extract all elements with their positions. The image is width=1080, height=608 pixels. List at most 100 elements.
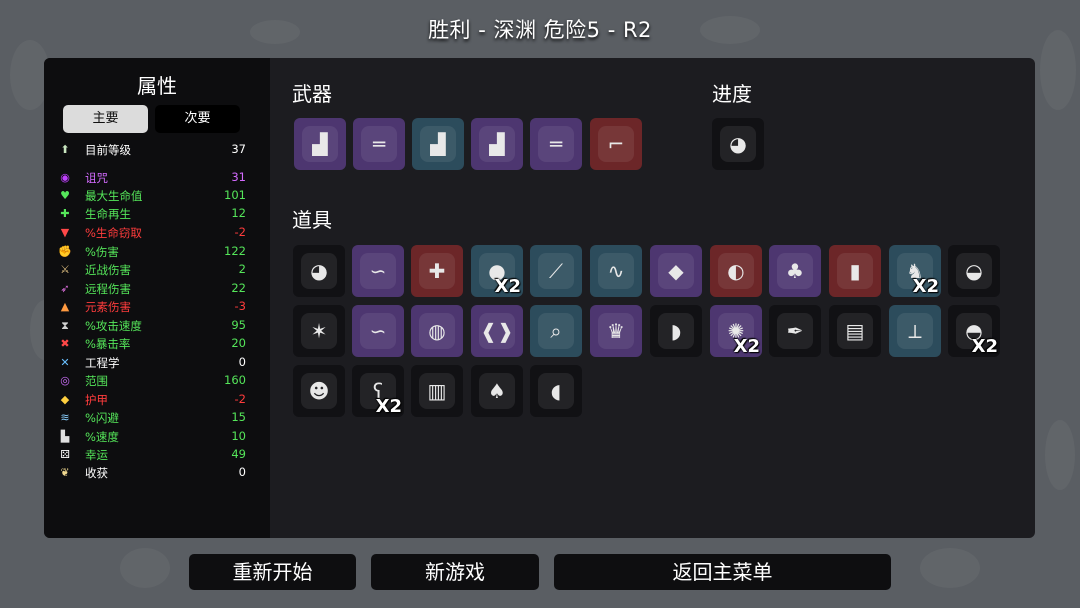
- bandaged-head-icon: ◒: [956, 253, 992, 289]
- item-slot[interactable]: ◒: [948, 245, 1000, 297]
- stat-label: %攻击速度: [85, 319, 142, 333]
- smg-icon: ▟: [302, 126, 338, 162]
- stat-value: 95: [231, 318, 246, 332]
- stat-value: 15: [231, 410, 246, 424]
- stat-row: ✚ 生命再生 12: [58, 205, 260, 223]
- item-slot[interactable]: ◐: [710, 245, 762, 297]
- item-slot[interactable]: ♣: [769, 245, 821, 297]
- smg-icon: ▟: [479, 126, 515, 162]
- item-slot[interactable]: ∿: [590, 245, 642, 297]
- item-slot[interactable]: ✶: [293, 305, 345, 357]
- item-slot[interactable]: ❰❱: [471, 305, 523, 357]
- item-slot[interactable]: ◗: [650, 305, 702, 357]
- sword-icon: ⚔: [60, 263, 70, 276]
- stat-row: ➶ 远程伤害 22: [58, 280, 260, 298]
- tab-primary-stats[interactable]: 主要: [63, 105, 148, 133]
- laser-gun-icon: ⌐: [598, 126, 634, 162]
- stat-value: 49: [231, 447, 246, 461]
- stat-value: 37: [231, 142, 246, 156]
- egg-character-icon: ◕: [720, 126, 756, 162]
- level-up-icon: ⬆: [60, 143, 70, 156]
- medkit-icon: ✚: [419, 253, 455, 289]
- item-quantity: X2: [375, 396, 402, 417]
- item-slot[interactable]: ♠: [471, 365, 523, 417]
- stat-row: ◎ 范围 160: [58, 372, 260, 390]
- item-slot[interactable]: ● X2: [471, 245, 523, 297]
- item-slot[interactable]: ◍: [411, 305, 463, 357]
- metal-detector-icon: ⟂: [897, 313, 933, 349]
- range-icon: ◎: [60, 374, 70, 387]
- new-game-button[interactable]: 新游戏: [371, 554, 539, 590]
- weapon-slot[interactable]: ▟: [294, 118, 346, 170]
- banknote-icon: ▤: [837, 313, 873, 349]
- stat-label: 最大生命值: [85, 189, 143, 203]
- item-slot[interactable]: ʕ X2: [352, 365, 404, 417]
- run-summary-panel: 属性 主要 次要 ⬆ 目前等级 37 ◉ 诅咒 31 ♥ 最大生命值 101 ✚ 生命再生 12 ▼ %生…: [44, 58, 1035, 538]
- spyglass-icon: ⌕: [538, 313, 574, 349]
- item-slot[interactable]: ⟋: [530, 245, 582, 297]
- weapon-slot[interactable]: ═: [530, 118, 582, 170]
- weapon-slot[interactable]: ⌐: [590, 118, 642, 170]
- wrench-icon: ✕: [60, 356, 70, 369]
- scarf-icon: ∽: [360, 313, 396, 349]
- stat-value: 2: [238, 262, 246, 276]
- crown-icon: ♛: [598, 313, 634, 349]
- item-slot[interactable]: ◓ X2: [948, 305, 1000, 357]
- item-slot[interactable]: ⟂: [889, 305, 941, 357]
- item-slot[interactable]: ◆: [650, 245, 702, 297]
- stat-value: -2: [234, 225, 246, 239]
- stat-label: 范围: [85, 374, 108, 388]
- double-barrel-shotgun-icon: ═: [361, 126, 397, 162]
- item-slot[interactable]: ▥: [411, 365, 463, 417]
- worm-icon: ∿: [598, 253, 634, 289]
- main-menu-button[interactable]: 返回主菜单: [554, 554, 891, 590]
- stat-row: ◉ 诅咒 31: [58, 169, 260, 187]
- item-slot[interactable]: ✚: [411, 245, 463, 297]
- hourglass-icon: ⧗: [61, 319, 69, 332]
- stat-row: ⧗ %攻击速度 95: [58, 317, 260, 335]
- item-slot[interactable]: ✺ X2: [710, 305, 762, 357]
- item-slot[interactable]: ▤: [829, 305, 881, 357]
- item-slot[interactable]: ✒: [769, 305, 821, 357]
- boot-icon: ▙: [60, 430, 70, 443]
- item-slot[interactable]: ∽: [352, 305, 404, 357]
- item-slot[interactable]: ☻: [293, 365, 345, 417]
- heart-icon: ♥: [60, 189, 70, 202]
- item-quantity: X2: [912, 276, 939, 297]
- item-slot[interactable]: ♞ X2: [889, 245, 941, 297]
- weapon-slot[interactable]: ═: [353, 118, 405, 170]
- crystal-icon: ◆: [658, 253, 694, 289]
- weapon-slot[interactable]: ▟: [412, 118, 464, 170]
- item-quantity: X2: [733, 336, 760, 357]
- bow-icon: ➶: [60, 282, 70, 295]
- progress-slot[interactable]: ◕: [712, 118, 764, 170]
- tab-secondary-stats[interactable]: 次要: [155, 105, 240, 133]
- stat-value: 0: [238, 465, 246, 479]
- progress-title: 进度: [712, 82, 752, 106]
- stat-value: 160: [224, 373, 246, 387]
- stat-label: 诅咒: [85, 171, 108, 185]
- item-slot[interactable]: ⌕: [530, 305, 582, 357]
- feather-pen-icon: ✒: [777, 313, 813, 349]
- curse-eye-icon: ◉: [60, 171, 70, 184]
- weapon-slot[interactable]: ▟: [471, 118, 523, 170]
- run-result-title: 胜利 - 深渊 危险5 - R2: [428, 18, 652, 42]
- stat-label: %伤害: [85, 245, 119, 259]
- stat-row: ✖ %暴击率 20: [58, 335, 260, 353]
- stat-row: ⬆ 目前等级 37: [58, 141, 260, 159]
- tree-icon: ♠: [479, 373, 515, 409]
- item-slot[interactable]: ♛: [590, 305, 642, 357]
- stat-label: %速度: [85, 430, 119, 444]
- restart-button[interactable]: 重新开始: [189, 554, 356, 590]
- stat-row: ❦ 收获 0: [58, 464, 260, 482]
- item-slot[interactable]: ◖: [530, 365, 582, 417]
- item-slot[interactable]: ∽: [352, 245, 404, 297]
- rubber-duck-icon: ◖: [538, 373, 574, 409]
- stats-title: 属性: [137, 74, 177, 98]
- item-quantity: X2: [494, 276, 521, 297]
- shield-icon: ◆: [60, 393, 70, 406]
- stat-row: ⚄ 幸运 49: [58, 446, 260, 464]
- blood-vial-icon: ▮: [837, 253, 873, 289]
- item-slot[interactable]: ▮: [829, 245, 881, 297]
- item-slot[interactable]: ◕: [293, 245, 345, 297]
